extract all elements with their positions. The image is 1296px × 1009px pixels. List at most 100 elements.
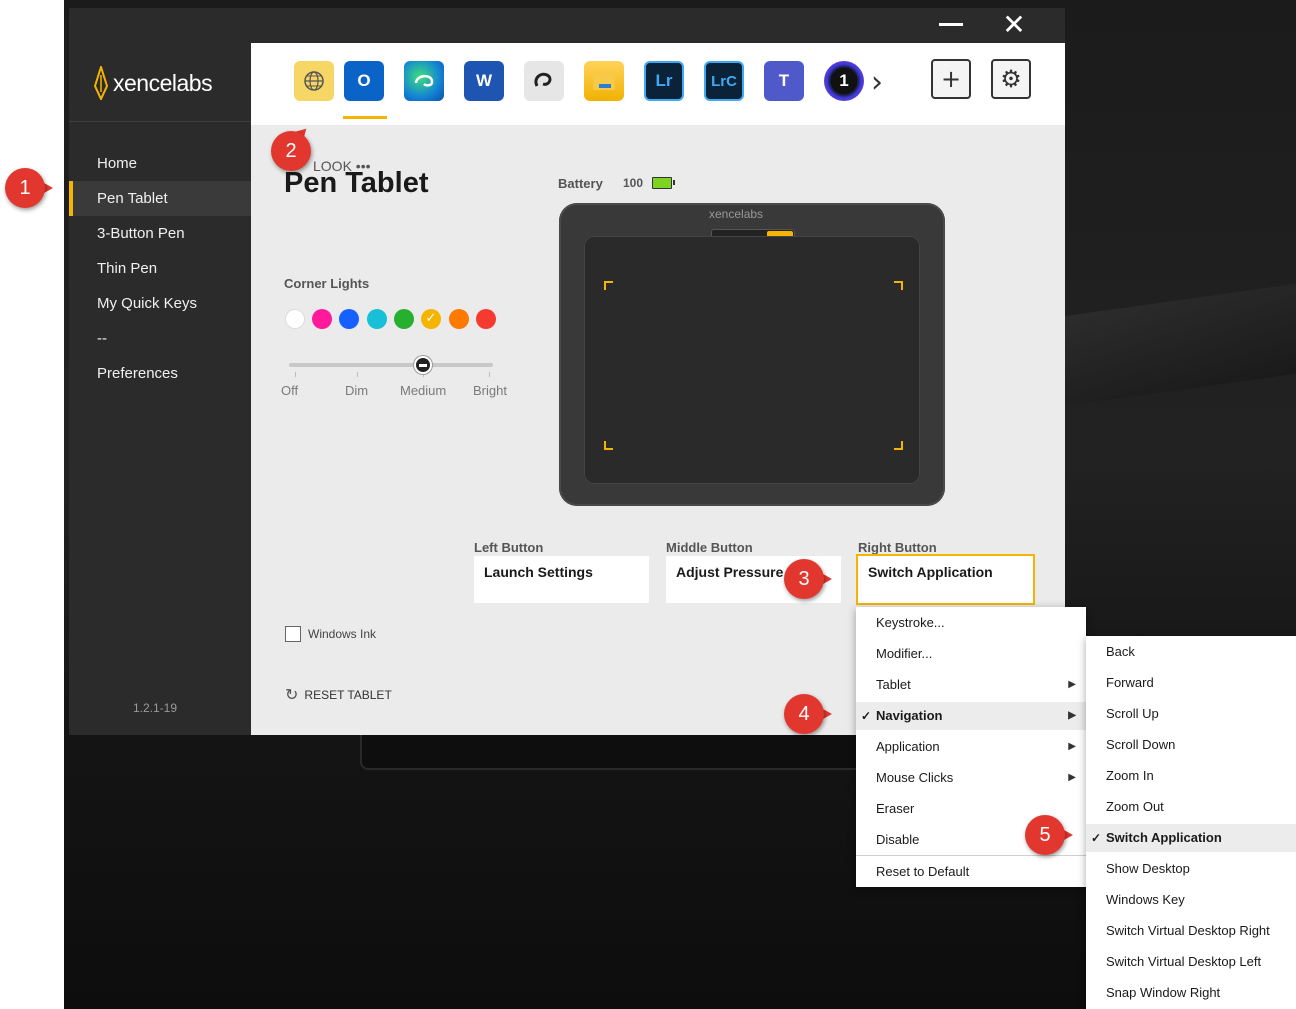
submenu-item-switch-virtual-desktop-right[interactable]: Switch Virtual Desktop Right (1086, 917, 1296, 945)
corner-light-top-right (894, 281, 903, 290)
callout-number: 5 (1039, 824, 1051, 846)
menu-item-label: Application (876, 739, 940, 754)
menu-item-label: Reset to Default (876, 864, 970, 879)
menu-item-tablet[interactable]: Tablet ▶ (856, 671, 1086, 699)
reset-tablet-button[interactable]: ↻ RESET TABLET (285, 685, 392, 705)
color-swatch-selected[interactable]: ✓ (421, 309, 441, 329)
submenu-arrow-icon: ▶ (1068, 710, 1076, 721)
submenu-arrow-icon: ▶ (1068, 772, 1076, 783)
submenu-item-label: Switch Application (1106, 830, 1222, 845)
tablet-illustration: xencelabs (559, 203, 945, 506)
color-swatch[interactable] (312, 309, 332, 329)
sidebar-item-preferences[interactable]: Preferences (69, 356, 251, 391)
sidebar-item-3-button-pen[interactable]: 3-Button Pen (69, 216, 251, 251)
submenu-item-forward[interactable]: Forward (1086, 669, 1296, 697)
outlook-icon[interactable]: O (344, 61, 384, 101)
submenu-arrow-icon: ▶ (1068, 741, 1076, 752)
app-profile-bar: O W Lr LrC T 1 › + ⚙ (251, 43, 1065, 125)
selected-app-indicator (343, 116, 387, 119)
color-swatch[interactable] (367, 309, 387, 329)
brightness-off-label: Off (281, 383, 299, 398)
corner-lights-label: Corner Lights (284, 276, 370, 291)
lightroom-icon[interactable]: Lr (644, 61, 684, 101)
sidebar-item-separator[interactable]: -- (69, 321, 251, 356)
page-title: Pen Tablet (284, 167, 429, 199)
app-one-icon[interactable]: 1 (824, 61, 864, 101)
submenu-item-zoom-in[interactable]: Zoom In (1086, 762, 1296, 790)
submenu-item-switch-application[interactable]: ✓ Switch Application (1086, 824, 1296, 852)
brightness-slider[interactable] (289, 363, 493, 367)
menu-item-label: Disable (876, 832, 920, 847)
reset-tablet-label: RESET TABLET (304, 688, 392, 702)
callout-4: 4 (784, 694, 836, 734)
submenu-item-show-desktop[interactable]: Show Desktop (1086, 855, 1296, 883)
submenu-item-label: Switch Virtual Desktop Right (1106, 923, 1270, 938)
add-app-button[interactable]: + (931, 59, 971, 99)
sidebar-item-home[interactable]: Home (69, 146, 251, 181)
battery-label: Battery (558, 176, 603, 191)
menu-item-reset-to-default[interactable]: Reset to Default (856, 858, 1086, 886)
teams-icon[interactable]: T (764, 61, 804, 101)
menu-item-modifier[interactable]: Modifier... (856, 640, 1086, 668)
submenu-item-label: Windows Key (1106, 892, 1185, 907)
submenu-arrow-icon: ▶ (1068, 679, 1076, 690)
color-swatch[interactable] (449, 309, 469, 329)
windows-ink-checkbox[interactable] (285, 626, 301, 642)
minimize-icon[interactable] (939, 23, 963, 26)
slider-tick (295, 372, 296, 377)
submenu-item-zoom-out[interactable]: Zoom Out (1086, 793, 1296, 821)
brightness-medium-label: Medium (400, 383, 447, 398)
callout-2: 2 (271, 121, 323, 171)
check-icon: ✓ (1091, 831, 1102, 845)
color-swatch[interactable] (394, 309, 414, 329)
sidebar-item-pen-tablet[interactable]: Pen Tablet (69, 181, 251, 216)
check-icon: ✓ (861, 709, 872, 723)
submenu-item-label: Show Desktop (1106, 861, 1190, 876)
word-icon[interactable]: W (464, 61, 504, 101)
right-button-dropdown[interactable]: Switch Application (856, 554, 1035, 605)
menu-item-application[interactable]: Application ▶ (856, 733, 1086, 761)
submenu-item-label: Switch Virtual Desktop Left (1106, 954, 1262, 969)
file-explorer-icon[interactable] (584, 61, 624, 101)
submenu-item-scroll-up[interactable]: Scroll Up (1086, 700, 1296, 728)
submenu-item-back[interactable]: Back (1086, 638, 1296, 666)
corner-light-bottom-right (894, 441, 903, 450)
clip-studio-icon[interactable] (524, 61, 564, 101)
globe-icon[interactable] (294, 61, 334, 101)
slider-tick (357, 372, 358, 377)
brightness-dim-label: Dim (345, 383, 369, 398)
submenu-item-label: Zoom Out (1106, 799, 1164, 814)
brightness-slider-thumb[interactable] (414, 356, 432, 374)
menu-item-navigation[interactable]: ✓ Navigation ▶ (856, 702, 1086, 730)
sidebar-item-thin-pen[interactable]: Thin Pen (69, 251, 251, 286)
submenu-item-switch-virtual-desktop-left[interactable]: Switch Virtual Desktop Left (1086, 948, 1296, 976)
menu-item-mouse-clicks[interactable]: Mouse Clicks ▶ (856, 764, 1086, 792)
chevron-right-icon[interactable]: › (871, 65, 883, 100)
edge-icon[interactable] (404, 61, 444, 101)
menu-item-label: Tablet (876, 677, 911, 692)
sidebar-item-my-quick-keys[interactable]: My Quick Keys (69, 286, 251, 321)
menu-item-label: Mouse Clicks (876, 770, 954, 785)
lightroom-classic-icon[interactable]: LrC (704, 61, 744, 101)
right-button-label: Right Button (858, 540, 937, 555)
callout-number: 4 (798, 703, 810, 725)
refresh-icon: ↻ (285, 687, 299, 704)
corner-light-bottom-left (604, 441, 613, 450)
color-swatch[interactable] (339, 309, 359, 329)
callout-number: 2 (285, 140, 297, 162)
submenu-item-snap-window-right[interactable]: Snap Window Right (1086, 979, 1296, 1007)
color-swatch[interactable] (476, 309, 496, 329)
color-swatch[interactable] (285, 309, 305, 329)
submenu-item-scroll-down[interactable]: Scroll Down (1086, 731, 1296, 759)
menu-item-keystroke[interactable]: Keystroke... (856, 609, 1086, 637)
xencelabs-logo: xencelabs (93, 63, 213, 103)
submenu-item-windows-key[interactable]: Windows Key (1086, 886, 1296, 914)
left-button-dropdown[interactable]: Launch Settings (474, 556, 649, 603)
navigation-submenu: Back Forward Scroll Up Scroll Down Zoom … (1086, 636, 1296, 1009)
title-bar: ✕ (69, 8, 1065, 43)
close-icon[interactable]: ✕ (999, 10, 1029, 40)
menu-item-label: Keystroke... (876, 615, 945, 630)
windows-ink-label: Windows Ink (308, 627, 377, 641)
gear-icon[interactable]: ⚙ (991, 59, 1031, 99)
slider-tick (489, 372, 490, 377)
